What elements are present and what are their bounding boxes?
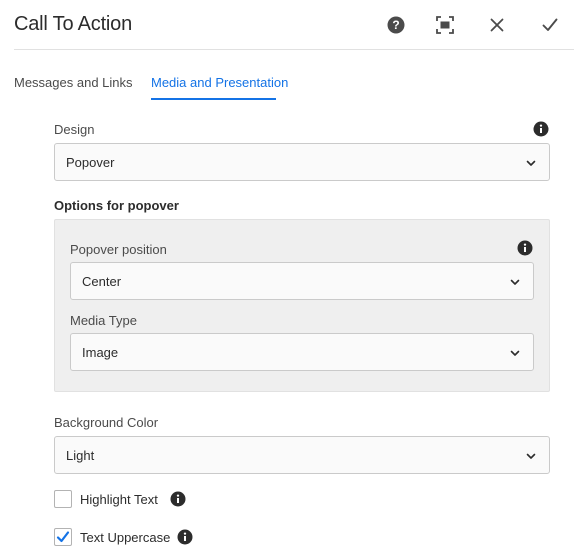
- chevron-down-icon: [510, 279, 520, 285]
- highlight-text-checkbox[interactable]: [54, 490, 72, 508]
- design-select-value: Popover: [66, 155, 115, 170]
- active-tab-indicator: [151, 98, 276, 100]
- media-type-value: Image: [82, 345, 119, 360]
- done-button[interactable]: [538, 13, 562, 37]
- chevron-down-icon: [526, 160, 536, 166]
- checkmark-icon: [56, 531, 70, 543]
- popover-position-value: Center: [82, 274, 122, 289]
- text-uppercase-checkbox[interactable]: [54, 528, 72, 546]
- media-type-label: Media Type: [70, 313, 137, 328]
- design-info-icon[interactable]: [533, 121, 549, 137]
- popover-position-label: Popover position: [70, 242, 167, 257]
- close-button[interactable]: [485, 13, 509, 37]
- media-type-select[interactable]: Image: [70, 333, 534, 371]
- highlight-text-label[interactable]: Highlight Text: [80, 492, 158, 507]
- checkmark-icon: [542, 18, 558, 31]
- dialog-title: Call To Action: [14, 13, 133, 35]
- design-label: Design: [54, 122, 95, 137]
- text-uppercase-info-icon[interactable]: [177, 529, 193, 545]
- tab-messages-and-links[interactable]: Messages and Links: [14, 75, 133, 90]
- design-select[interactable]: Popover: [54, 143, 550, 181]
- background-color-label: Background Color: [54, 415, 159, 430]
- fullscreen-icon: [436, 16, 454, 34]
- popover-options-title: Options for popover: [54, 198, 179, 213]
- dialog-header: Call To Action ?: [0, 0, 588, 50]
- call-to-action-dialog: Call To Action ? Messages and Links Medi…: [0, 0, 588, 558]
- chevron-down-icon: [510, 350, 520, 356]
- popover-options-group: Popover position Center Media Type Image: [54, 219, 550, 392]
- svg-text:?: ?: [392, 18, 399, 32]
- header-divider: [14, 49, 574, 50]
- text-uppercase-label[interactable]: Text Uppercase: [80, 530, 170, 545]
- highlight-text-info-icon[interactable]: [170, 491, 186, 507]
- popover-position-select[interactable]: Center: [70, 262, 534, 300]
- popover-position-info-icon[interactable]: [517, 240, 533, 256]
- help-icon: ?: [387, 16, 405, 34]
- background-color-select[interactable]: Light: [54, 436, 550, 474]
- tab-media-and-presentation[interactable]: Media and Presentation: [151, 75, 288, 90]
- help-button[interactable]: ?: [384, 13, 408, 37]
- fullscreen-button[interactable]: [433, 13, 457, 37]
- chevron-down-icon: [526, 453, 536, 459]
- background-color-value: Light: [66, 448, 95, 463]
- close-icon: [490, 18, 504, 32]
